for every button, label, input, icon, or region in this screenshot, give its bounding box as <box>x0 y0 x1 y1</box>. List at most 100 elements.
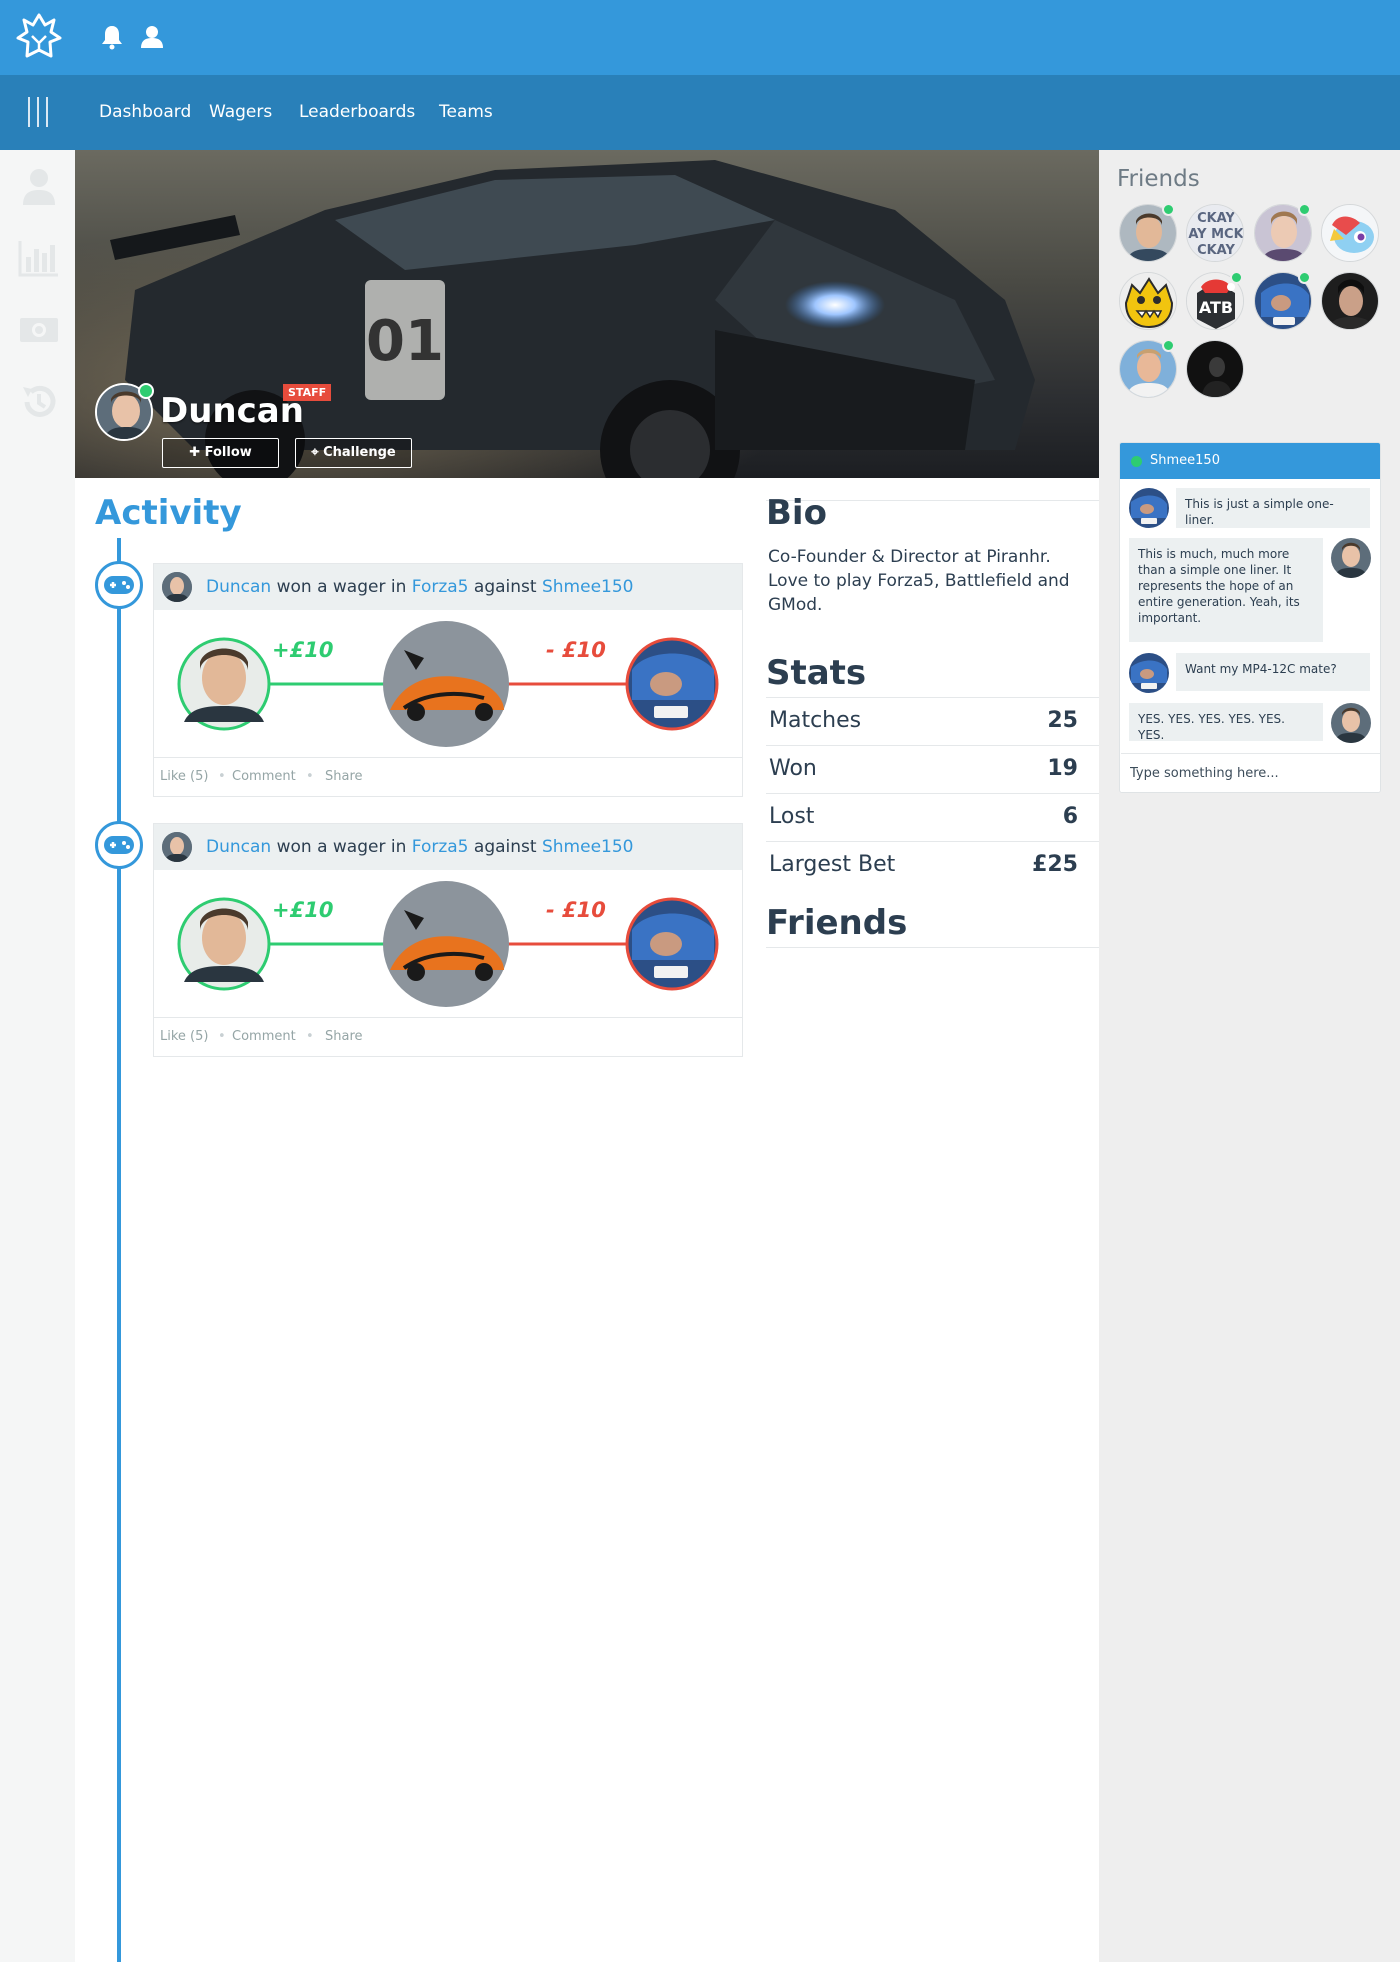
share-button[interactable]: Share <box>325 758 363 796</box>
nav-item-wagers[interactable]: Wagers <box>209 100 272 124</box>
chat-own-avatar <box>1331 703 1371 743</box>
divider <box>766 947 1099 948</box>
divider <box>766 745 1099 746</box>
winner-avatar[interactable] <box>177 897 271 991</box>
nav-item-teams[interactable]: Teams <box>439 100 493 124</box>
profile-icon[interactable] <box>18 165 60 207</box>
stat-label-matches: Matches <box>769 708 862 733</box>
chat-header[interactable]: Shmee150 <box>1120 443 1380 479</box>
gamepad-icon <box>95 561 143 609</box>
activity-card-header: Duncan won a wager in Forza5 against Shm… <box>154 824 742 870</box>
loss-amount: - £10 <box>546 898 606 922</box>
friend-avatar[interactable]: CKAY AY MCK CKAY <box>1186 204 1244 262</box>
friend-avatar[interactable] <box>1321 204 1379 262</box>
friend-avatar[interactable] <box>1186 340 1244 398</box>
activity-heading: Activity <box>95 493 242 533</box>
stat-label-lost: Lost <box>769 804 815 829</box>
loser-avatar[interactable] <box>625 897 719 991</box>
friends-heading: Friends <box>766 903 908 943</box>
logo-text: CKAY <box>1197 243 1235 258</box>
timeline-line <box>117 538 121 1962</box>
online-status-indicator <box>138 383 154 399</box>
game-cover-image[interactable] <box>383 621 509 747</box>
friend-avatar[interactable] <box>1119 272 1177 330</box>
like-button[interactable]: Like (5) <box>160 758 208 796</box>
stats-icon[interactable] <box>18 237 60 279</box>
activity-connector: against <box>473 837 537 857</box>
chat-message-input[interactable] <box>1121 753 1380 792</box>
opponent-link[interactable]: Shmee150 <box>542 577 634 597</box>
stat-value-matches: 25 <box>1047 708 1078 733</box>
stat-value-largest-bet: £25 <box>1032 852 1078 877</box>
loser-avatar[interactable] <box>625 637 719 731</box>
user-avatar[interactable] <box>162 572 192 602</box>
bell-icon[interactable] <box>99 24 125 50</box>
stat-value-lost: 6 <box>1062 804 1078 829</box>
stats-heading: Stats <box>766 653 867 693</box>
right-sidebar <box>1099 150 1400 1962</box>
friend-avatar[interactable] <box>1321 272 1379 330</box>
chat-contact-avatar <box>1129 653 1169 693</box>
stat-value-won: 19 <box>1047 756 1078 781</box>
activity-connector: against <box>473 577 537 597</box>
chat-window: Shmee150 This is just a simple one-liner… <box>1119 442 1381 793</box>
online-indicator <box>1298 271 1311 284</box>
atb-logo-text: ATB <box>1199 298 1233 317</box>
menu-toggle-icon[interactable] <box>28 97 50 127</box>
logo-text: CKAY <box>1197 211 1235 226</box>
svg-text:01: 01 <box>366 309 444 374</box>
comment-button[interactable]: Comment <box>232 758 296 796</box>
activity-description: Duncan won a wager in Forza5 against Shm… <box>206 576 633 598</box>
friends-sidebar-heading: Friends <box>1117 166 1200 192</box>
wager-result: +£10 - £10 <box>154 610 742 758</box>
bio-heading: Bio <box>766 493 827 533</box>
top-bar <box>0 0 1400 75</box>
chat-own-avatar <box>1331 538 1371 578</box>
user-icon[interactable] <box>139 24 165 50</box>
challenge-button[interactable]: ⌖ Challenge <box>295 438 412 468</box>
divider <box>766 841 1099 842</box>
staff-badge: STAFF <box>283 384 332 401</box>
game-cover-image[interactable] <box>383 881 509 1007</box>
activity-description: Duncan won a wager in Forza5 against Shm… <box>206 836 633 858</box>
chat-message: Want my MP4-12C mate? <box>1176 653 1370 691</box>
stat-label-largest-bet: Largest Bet <box>769 852 896 877</box>
follow-button[interactable]: ✚ Follow <box>162 438 279 468</box>
footer-separator: • <box>306 769 314 784</box>
activity-card-footer: Like (5) • Comment • Share <box>154 1018 742 1056</box>
chat-message: This is much, much more than a simple on… <box>1129 538 1323 642</box>
online-indicator <box>1230 271 1243 284</box>
history-icon[interactable] <box>18 381 60 423</box>
game-link[interactable]: Forza5 <box>412 837 469 857</box>
online-indicator <box>1298 203 1311 216</box>
comment-button[interactable]: Comment <box>232 1018 296 1056</box>
activity-card: Duncan won a wager in Forza5 against Shm… <box>153 823 743 1057</box>
game-link[interactable]: Forza5 <box>412 577 469 597</box>
chat-contact-avatar <box>1129 488 1169 528</box>
like-button[interactable]: Like (5) <box>160 1018 208 1056</box>
wager-result: +£10 - £10 <box>154 870 742 1018</box>
chat-message: This is just a simple one-liner. <box>1176 488 1370 528</box>
activity-verb: won a wager in <box>276 577 407 597</box>
activity-card-footer: Like (5) • Comment • Share <box>154 758 742 796</box>
nav-item-dashboard[interactable]: Dashboard <box>99 100 191 124</box>
user-link[interactable]: Duncan <box>206 577 271 597</box>
logo-text: AY MCK <box>1188 227 1244 242</box>
nav-item-leaderboards[interactable]: Leaderboards <box>299 100 415 124</box>
activity-card: Duncan won a wager in Forza5 against Shm… <box>153 563 743 797</box>
divider <box>766 793 1099 794</box>
win-amount: +£10 <box>272 898 334 922</box>
winner-avatar[interactable] <box>177 637 271 731</box>
money-icon[interactable] <box>18 309 60 351</box>
chat-contact-name: Shmee150 <box>1150 453 1220 468</box>
bio-text: Co-Founder & Director at Piranhr. Love t… <box>768 547 1070 615</box>
share-button[interactable]: Share <box>325 1018 363 1056</box>
footer-separator: • <box>306 1029 314 1044</box>
user-link[interactable]: Duncan <box>206 837 271 857</box>
loss-amount: - £10 <box>546 638 606 662</box>
user-avatar[interactable] <box>162 832 192 862</box>
brand-logo-icon[interactable] <box>14 12 64 62</box>
activity-card-header: Duncan won a wager in Forza5 against Shm… <box>154 564 742 610</box>
opponent-link[interactable]: Shmee150 <box>542 837 634 857</box>
activity-verb: won a wager in <box>276 837 407 857</box>
